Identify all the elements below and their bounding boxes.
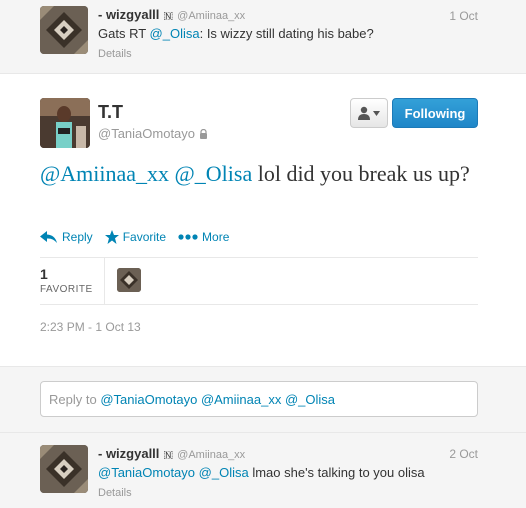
avatar[interactable]	[40, 98, 90, 148]
reply-label: Reply	[62, 230, 93, 244]
divider	[40, 304, 478, 305]
flag-icon: 🇳	[163, 10, 174, 22]
author-handle[interactable]: @Amiinaa_xx	[177, 449, 245, 461]
author-name[interactable]: - wizgyalll	[98, 7, 159, 22]
star-icon	[104, 230, 119, 244]
avatar[interactable]	[40, 445, 88, 493]
user-icon	[358, 106, 370, 120]
favorites-count[interactable]: 1	[40, 266, 48, 282]
tweet-text: Gats RT @_Olisa: Is wizzy still dating h…	[98, 26, 374, 41]
favorite-button[interactable]: Favorite	[104, 230, 167, 244]
reply-icon	[40, 231, 57, 243]
reply-tweet[interactable]: - wizgyalll 🇳 @Amiinaa_xx 2 Oct @TaniaOm…	[0, 432, 526, 508]
reply-mentions: @TaniaOmotayo @Amiinaa_xx @_Olisa	[100, 392, 335, 407]
avatar-image	[117, 268, 141, 292]
mention-link[interactable]: @_Olisa	[199, 465, 249, 480]
tweet-text-body: lol did you break us up?	[252, 161, 470, 186]
lock-icon	[200, 128, 208, 139]
flag-icon: 🇳	[163, 449, 174, 461]
avatar-image	[40, 6, 88, 54]
avatar-image	[40, 445, 88, 493]
author-handle[interactable]: @Amiinaa_xx	[177, 10, 245, 22]
tweet-text-suffix: : Is wizzy still dating his babe?	[199, 26, 374, 41]
tweet-text: @TaniaOmotayo @_Olisa lmao she's talking…	[98, 465, 425, 480]
mention-link[interactable]: @Amiinaa_xx	[40, 161, 169, 186]
author-name[interactable]: - wizgyalll	[98, 446, 159, 461]
tweet-timestamp[interactable]: 2:23 PM - 1 Oct 13	[40, 320, 141, 334]
details-link[interactable]: Details	[98, 48, 132, 60]
main-tweet: T.T @TaniaOmotayo Following @Amiinaa_xx …	[0, 74, 526, 366]
reply-input[interactable]: Reply to @TaniaOmotayo @Amiinaa_xx @_Oli…	[40, 381, 478, 417]
more-label: More	[202, 230, 230, 244]
tweet-actions: Reply Favorite More	[40, 230, 229, 244]
avatar-image	[40, 98, 90, 148]
chevron-down-icon	[373, 110, 380, 116]
reply-area: Reply to @TaniaOmotayo @Amiinaa_xx @_Oli…	[0, 366, 526, 432]
more-button[interactable]: More	[178, 230, 229, 244]
tweet-time[interactable]: 1 Oct	[449, 9, 478, 23]
details-link[interactable]: Details	[98, 487, 132, 499]
previous-tweet[interactable]: - wizgyalll 🇳 @Amiinaa_xx 1 Oct Gats RT …	[0, 0, 526, 74]
favoriter-avatar[interactable]	[117, 268, 141, 292]
tweet-text: @Amiinaa_xx @_Olisa lol did you break us…	[40, 160, 480, 188]
favorites-label: FAVORITE	[40, 284, 93, 295]
divider	[104, 258, 105, 304]
favorite-label: Favorite	[122, 230, 167, 244]
user-actions-dropdown[interactable]	[350, 98, 388, 128]
mention-link[interactable]: @_Olisa	[150, 26, 200, 41]
more-dots-icon	[178, 234, 198, 240]
tweet-text-body: lmao she's talking to you olisa	[248, 465, 425, 480]
author-name[interactable]: T.T	[98, 102, 123, 123]
mention-link[interactable]: @_Olisa	[175, 161, 253, 186]
following-button[interactable]: Following	[392, 98, 478, 128]
mention-link[interactable]: @TaniaOmotayo	[98, 465, 195, 480]
avatar[interactable]	[40, 6, 88, 54]
divider	[40, 257, 478, 258]
reply-button[interactable]: Reply	[40, 230, 93, 244]
tweet-text-prefix: Gats RT	[98, 26, 150, 41]
author-handle[interactable]: @TaniaOmotayo	[98, 126, 195, 141]
tweet-time[interactable]: 2 Oct	[449, 447, 478, 461]
reply-prefix: Reply to	[49, 392, 101, 407]
